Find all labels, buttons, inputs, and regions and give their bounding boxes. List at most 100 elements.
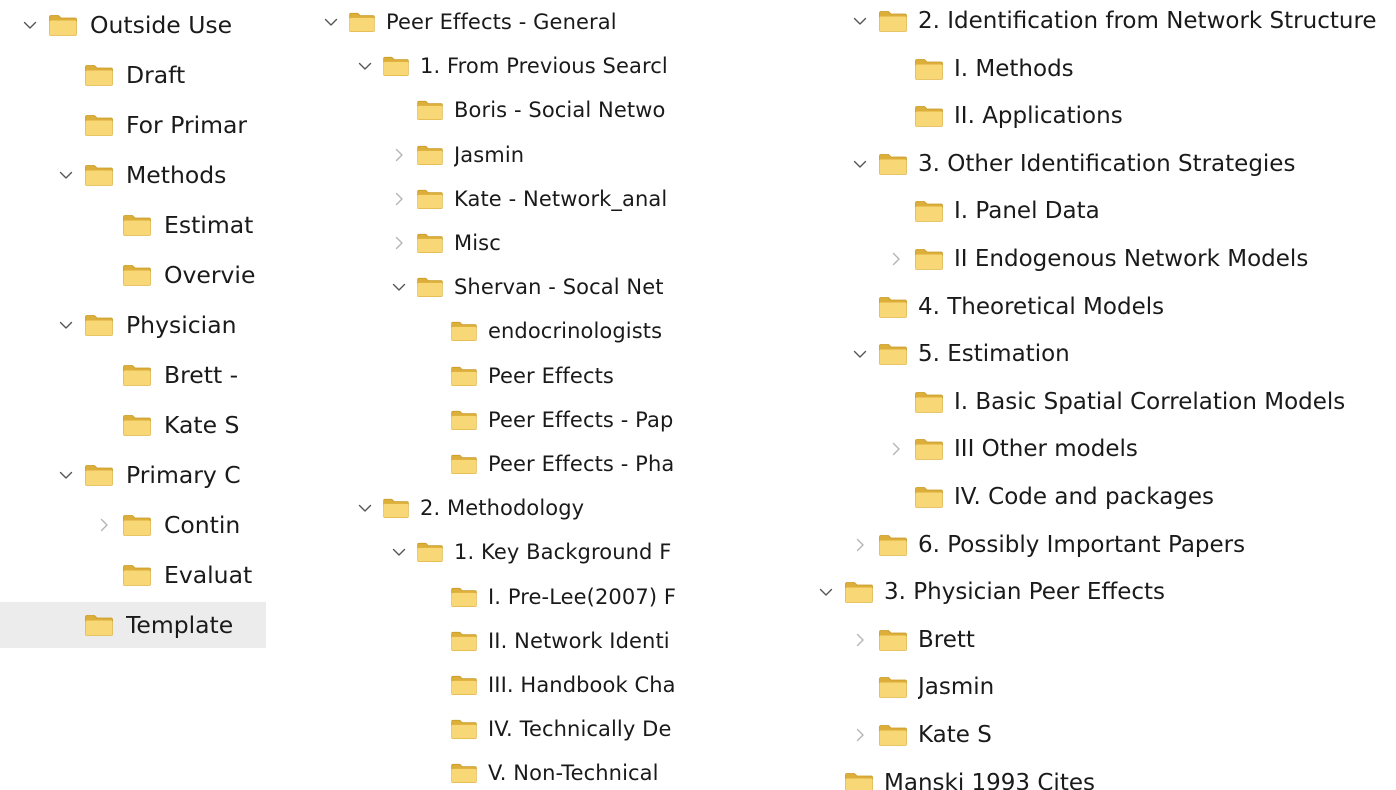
tree-item[interactable]: II. Applications [760, 93, 1396, 139]
tree-item[interactable]: Peer Effects - Pap [306, 399, 706, 441]
tree-item[interactable]: Peer Effects - General [306, 1, 706, 43]
tree-item[interactable]: 6. Possibly Important Papers [760, 522, 1396, 568]
tree-item[interactable]: Brett [760, 617, 1396, 663]
folder-icon [914, 104, 944, 128]
chevron-right-icon[interactable] [886, 441, 906, 457]
folder-icon [450, 365, 478, 387]
tree-item-label: 3. Physician Peer Effects [884, 579, 1165, 606]
tree-item[interactable]: Primary C [0, 452, 266, 498]
chevron-down-icon[interactable] [356, 58, 374, 74]
chevron-down-icon[interactable] [322, 14, 340, 30]
tree-item[interactable]: Misc [306, 222, 706, 264]
tree-item[interactable]: Methods [0, 152, 266, 198]
tree-item[interactable]: Jasmin [306, 134, 706, 176]
tree-item[interactable]: Peer Effects [306, 355, 706, 397]
chevron-down-icon[interactable] [20, 17, 40, 33]
chevron-right-icon[interactable] [94, 517, 114, 533]
folder-icon [878, 9, 908, 33]
chevron-right-icon[interactable] [390, 191, 408, 207]
tree-item[interactable]: V. Non-Technical [306, 752, 706, 790]
tree-item[interactable]: I. Methods [760, 46, 1396, 92]
chevron-right-icon[interactable] [850, 632, 870, 648]
tree-item[interactable]: 1. From Previous Searcl [306, 45, 706, 87]
chevron-right-icon[interactable] [850, 727, 870, 743]
tree-item[interactable]: Peer Effects - Pha [306, 443, 706, 485]
chevron-down-icon[interactable] [850, 13, 870, 29]
tree-item[interactable]: Shervan - Socal Net [306, 266, 706, 308]
tree-item[interactable]: I. Panel Data [760, 188, 1396, 234]
tree-item[interactable]: Physician [0, 302, 266, 348]
tree-item[interactable]: 3. Physician Peer Effects [760, 569, 1396, 615]
tree-item[interactable]: II Endogenous Network Models [760, 236, 1396, 282]
folder-icon [878, 152, 908, 176]
folder-icon [416, 144, 444, 166]
folder-icon [450, 762, 478, 784]
tree-item-label: Template [126, 611, 234, 639]
chevron-down-icon[interactable] [56, 167, 76, 183]
tree-item[interactable]: III Other models [760, 426, 1396, 472]
tree-item[interactable]: Boris - Social Netwo [306, 89, 706, 131]
tree-item[interactable]: Evaluat [0, 552, 266, 598]
tree-item[interactable]: IV. Code and packages [760, 474, 1396, 520]
tree-item-label: Kate S [164, 411, 240, 439]
chevron-down-icon[interactable] [850, 346, 870, 362]
tree-item[interactable]: I. Basic Spatial Correlation Models [760, 379, 1396, 425]
chevron-down-icon[interactable] [390, 544, 408, 560]
folder-icon [844, 771, 874, 790]
tree-item[interactable]: Kate - Network_anal [306, 178, 706, 220]
chevron-down-icon[interactable] [390, 279, 408, 295]
chevron-right-icon[interactable] [886, 251, 906, 267]
folder-icon [914, 437, 944, 461]
tree-item-label: Evaluat [164, 561, 253, 589]
tree-item[interactable]: Kate S [0, 402, 266, 448]
folder-icon [878, 723, 908, 747]
chevron-right-icon[interactable] [850, 537, 870, 553]
tree-item[interactable]: Kate S [760, 712, 1396, 758]
tree-item[interactable]: Manski 1993 Cites [760, 760, 1396, 790]
tree-item-label: Draft [126, 61, 186, 89]
tree-item-label: Estimat [164, 211, 254, 239]
folder-icon [878, 295, 908, 319]
tree-item[interactable]: 1. Key Background F [306, 531, 706, 573]
tree-item[interactable]: Draft [0, 52, 266, 98]
chevron-down-icon[interactable] [56, 317, 76, 333]
chevron-down-icon[interactable] [56, 467, 76, 483]
tree-item[interactable]: Outside Use [0, 2, 266, 48]
folder-icon [84, 613, 114, 637]
tree-item-label: II. Applications [954, 103, 1123, 130]
tree-item[interactable]: 2. Identification from Network Structure [760, 0, 1396, 44]
chevron-down-icon[interactable] [850, 156, 870, 172]
tree-item[interactable]: Estimat [0, 202, 266, 248]
tree-item[interactable]: Template [0, 602, 266, 648]
tree-item[interactable]: II. Network Identi [306, 620, 706, 662]
tree-item-label: Kate S [918, 722, 992, 748]
tree-item[interactable]: endocrinologists [306, 310, 706, 352]
chevron-right-icon[interactable] [390, 235, 408, 251]
tree-item[interactable]: I. Pre-Lee(2007) F [306, 576, 706, 618]
chevron-down-icon[interactable] [816, 584, 836, 600]
tree-item[interactable]: 2. Methodology [306, 487, 706, 529]
chevron-right-icon[interactable] [390, 147, 408, 163]
tree-item[interactable]: Contin [0, 502, 266, 548]
tree-item-label: Peer Effects - Pha [488, 452, 675, 476]
tree-item[interactable]: 5. Estimation [760, 331, 1396, 377]
tree-item[interactable]: Overvie [0, 252, 266, 298]
folder-icon [416, 188, 444, 210]
tree-item[interactable]: IV. Technically De [306, 708, 706, 750]
tree-item[interactable]: 3. Other Identification Strategies [760, 141, 1396, 187]
tree-item[interactable]: Brett - [0, 352, 266, 398]
tree-item[interactable]: III. Handbook Cha [306, 664, 706, 706]
tree-item[interactable]: Jasmin [760, 664, 1396, 710]
folder-icon [416, 232, 444, 254]
tree-item[interactable]: For Primar [0, 102, 266, 148]
chevron-down-icon[interactable] [356, 500, 374, 516]
tree-item[interactable]: 4. Theoretical Models [760, 284, 1396, 330]
tree-item-label: For Primar [126, 111, 248, 139]
